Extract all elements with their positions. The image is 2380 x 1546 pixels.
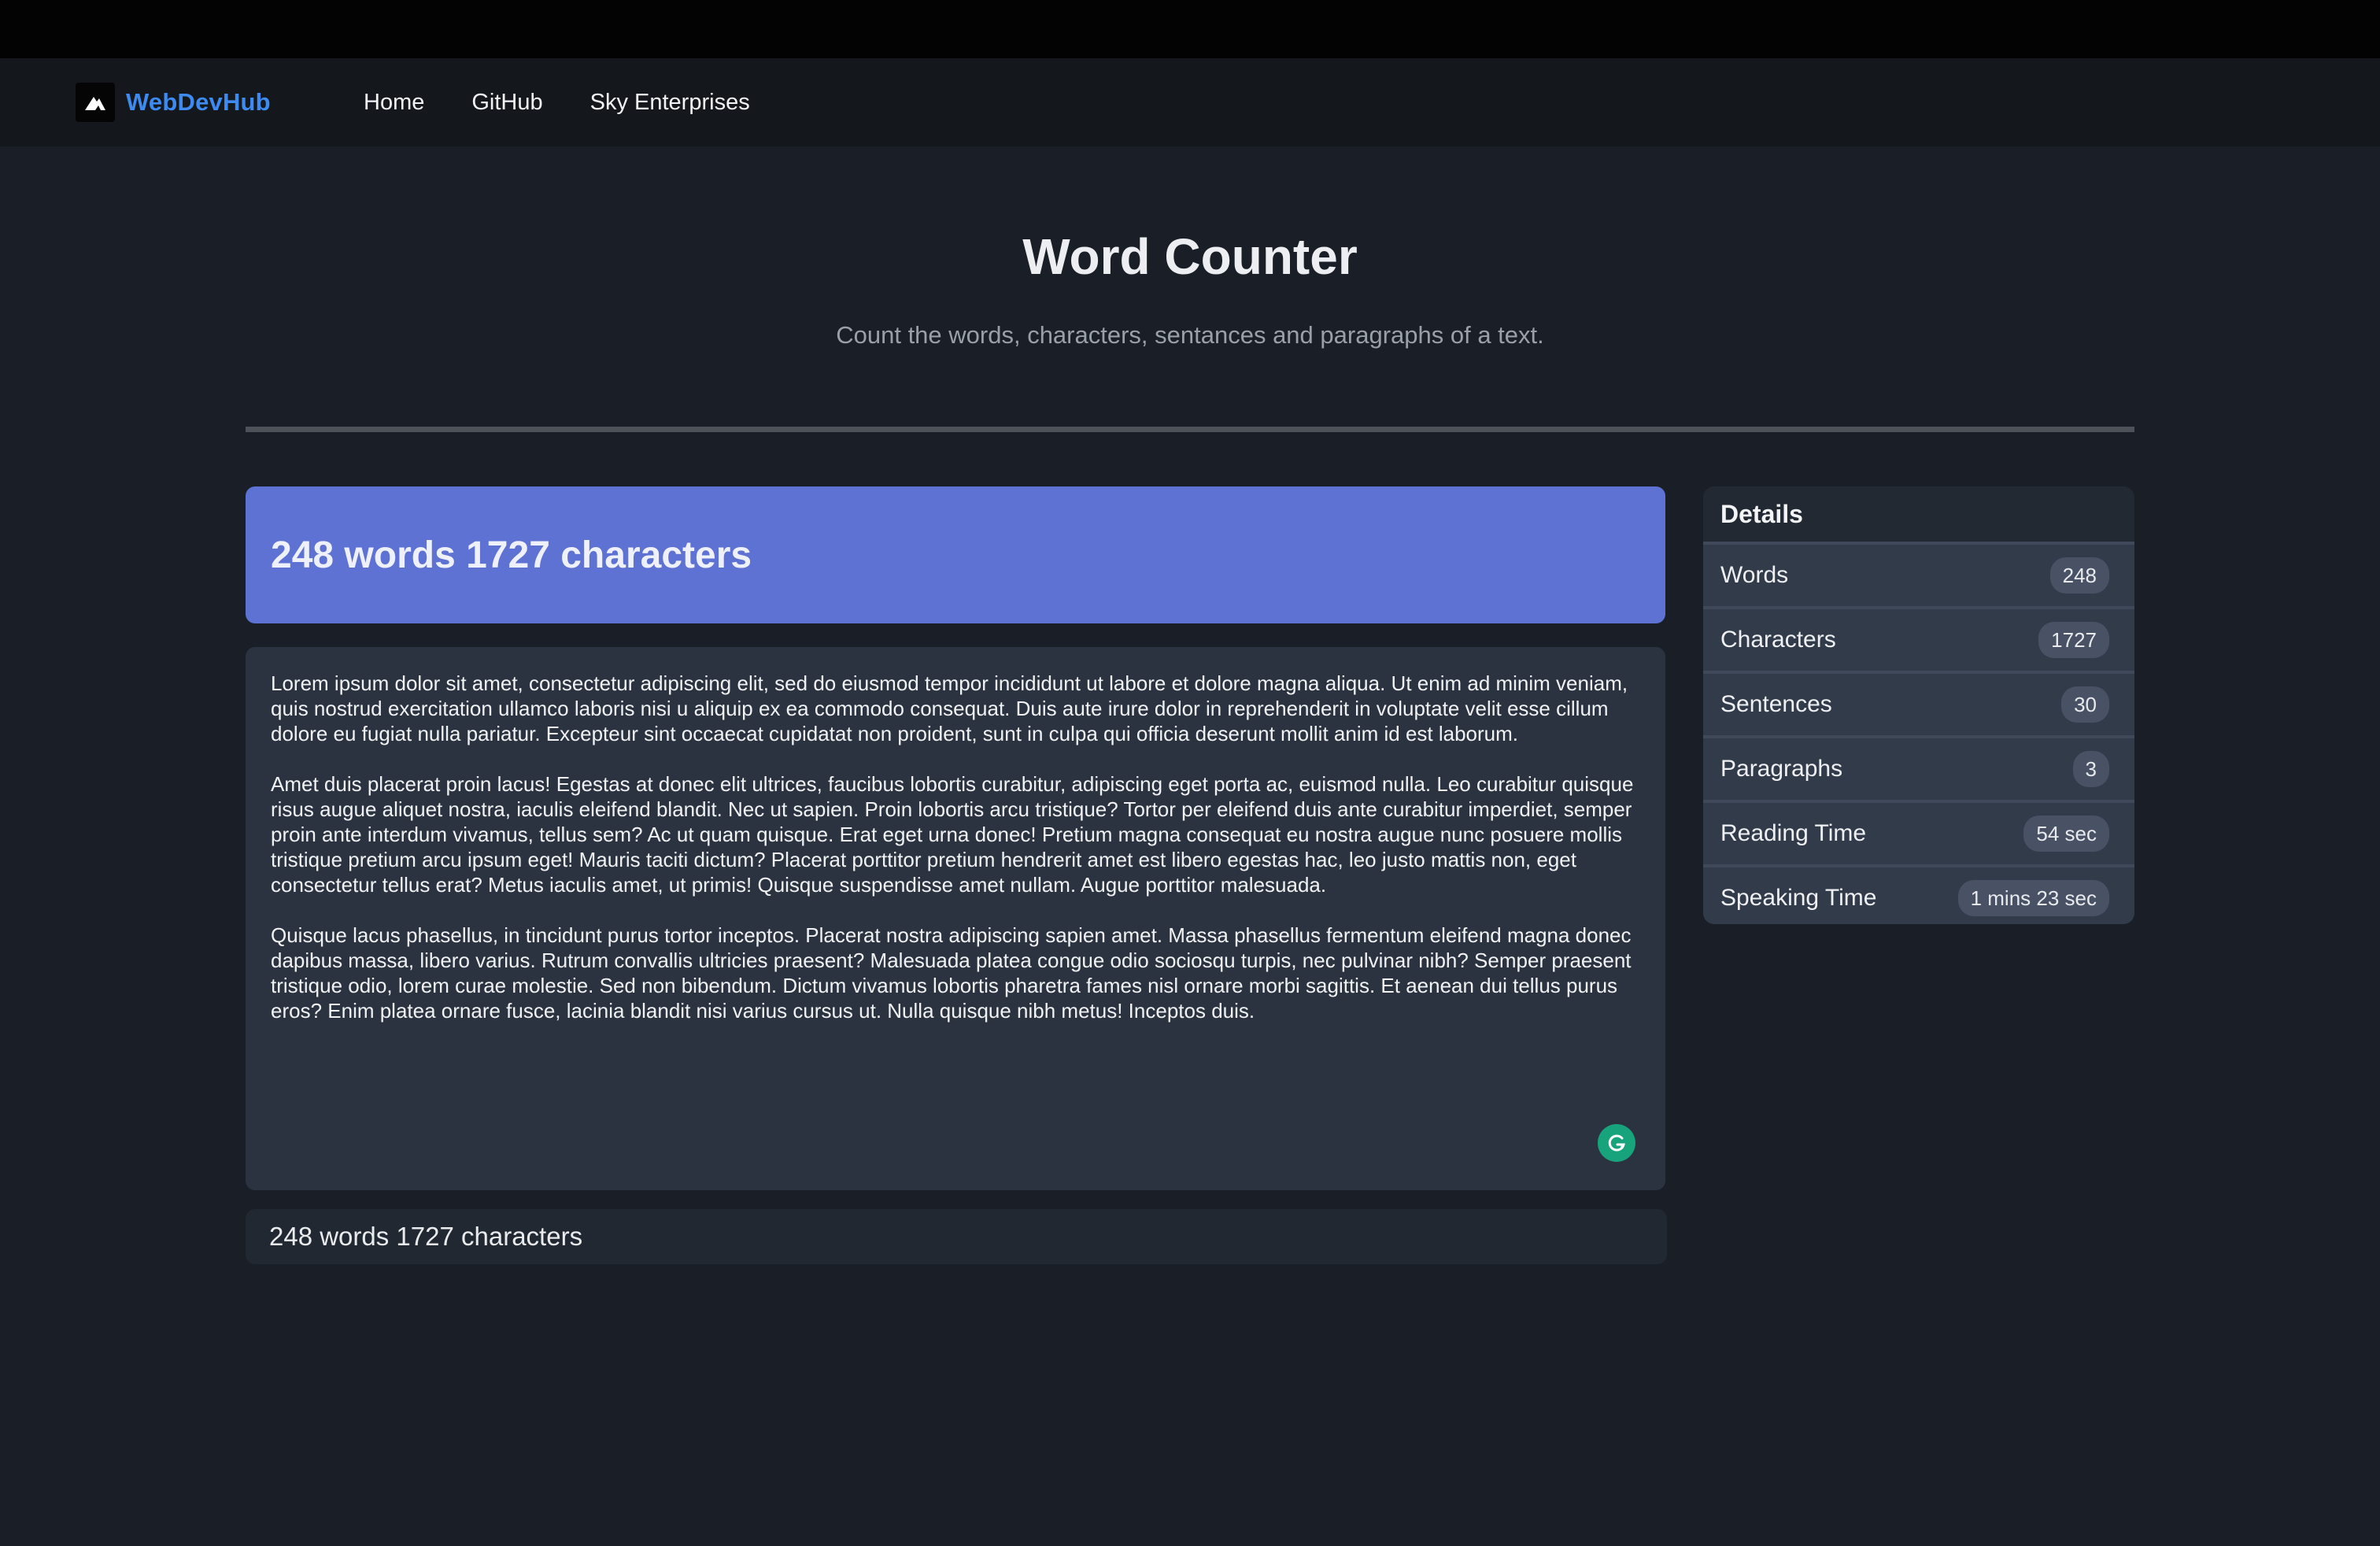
detail-row-speaking-time: Speaking Time 1 mins 23 sec [1703, 864, 2134, 924]
detail-row-characters: Characters 1727 [1703, 606, 2134, 671]
detail-label: Speaking Time [1720, 885, 1877, 911]
detail-label: Reading Time [1720, 820, 1867, 846]
text-input-panel: Lorem ipsum dolor sit amet, consectetur … [246, 647, 1665, 1190]
nav-link-home[interactable]: Home [364, 90, 424, 116]
detail-label: Sentences [1720, 691, 1832, 717]
detail-value-badge: 30 [2061, 686, 2109, 723]
detail-row-words: Words 248 [1703, 542, 2134, 606]
page-subtitle: Count the words, characters, sentances a… [836, 321, 1544, 349]
navbar: WebDevHub Home GitHub Sky Enterprises [0, 58, 2380, 146]
brand-link[interactable]: WebDevHub [76, 82, 271, 123]
divider [246, 427, 2134, 432]
footer-summary: 248 words 1727 characters [246, 1209, 1667, 1264]
brand-name: WebDevHub [126, 88, 271, 116]
nav-link-sky-enterprises[interactable]: Sky Enterprises [590, 90, 750, 116]
details-card: Details Words 248 Characters 1727 Senten… [1703, 486, 2134, 924]
detail-value-badge: 54 sec [2023, 816, 2109, 852]
detail-value-badge: 1727 [2038, 622, 2109, 658]
summary-banner-text: 248 words 1727 characters [271, 534, 752, 576]
detail-row-sentences: Sentences 30 [1703, 671, 2134, 735]
detail-value-badge: 1 mins 23 sec [1957, 880, 2109, 916]
nav-links: Home GitHub Sky Enterprises [364, 82, 797, 123]
detail-label: Characters [1720, 627, 1836, 653]
detail-label: Paragraphs [1720, 756, 1843, 782]
nav-link-github[interactable]: GitHub [471, 90, 542, 116]
text-input[interactable]: Lorem ipsum dolor sit amet, consectetur … [271, 671, 1640, 1143]
grammarly-g-icon[interactable] [1598, 1124, 1635, 1162]
footer-summary-text: 248 words 1727 characters [269, 1222, 583, 1251]
top-strip [0, 0, 2380, 58]
detail-value-badge: 248 [2049, 557, 2109, 594]
detail-label: Words [1720, 562, 1789, 588]
details-title: Details [1703, 486, 2134, 542]
detail-value-badge: 3 [2072, 751, 2109, 787]
mountain-logo-icon [76, 83, 115, 122]
detail-row-reading-time: Reading Time 54 sec [1703, 800, 2134, 864]
summary-banner: 248 words 1727 characters [246, 486, 1665, 623]
page-title: Word Counter [1022, 228, 1358, 285]
detail-row-paragraphs: Paragraphs 3 [1703, 735, 2134, 800]
